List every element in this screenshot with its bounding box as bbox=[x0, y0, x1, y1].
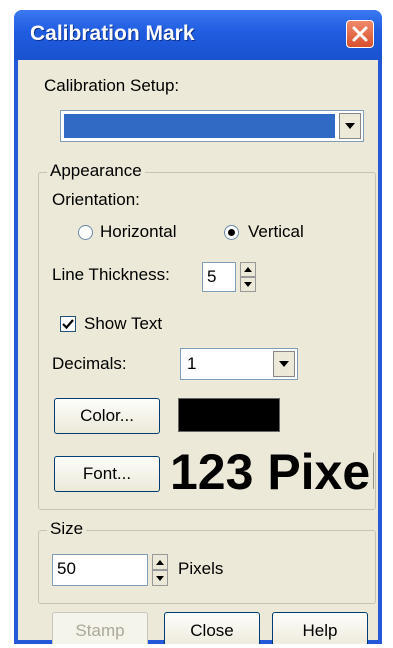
window-close-button[interactable] bbox=[346, 20, 374, 48]
title-bar[interactable]: Calibration Mark bbox=[14, 10, 382, 60]
horizontal-radio-label[interactable]: Horizontal bbox=[100, 222, 177, 242]
spin-down-icon[interactable] bbox=[152, 570, 168, 586]
checkmark-icon bbox=[62, 319, 74, 330]
color-button[interactable]: Color... bbox=[54, 398, 160, 434]
close-button[interactable]: Close bbox=[164, 612, 260, 644]
spin-up-icon[interactable] bbox=[240, 262, 256, 277]
decimals-label: Decimals: bbox=[52, 354, 127, 373]
chevron-down-icon[interactable] bbox=[339, 113, 361, 139]
orientation-label: Orientation: bbox=[52, 190, 140, 209]
decimals-select[interactable]: 1 bbox=[180, 348, 298, 380]
size-group-label: Size bbox=[47, 519, 87, 539]
size-unit-label: Pixels bbox=[178, 559, 224, 578]
calibration-mark-window: Calibration Mark Calibration Setup: Appe… bbox=[14, 10, 382, 644]
line-thickness-label: Line Thickness: bbox=[52, 265, 170, 284]
stamp-button[interactable]: Stamp bbox=[52, 612, 148, 644]
dialog-body: Calibration Setup: Appearance Orientatio… bbox=[18, 60, 378, 644]
decimals-value: 1 bbox=[187, 354, 197, 373]
close-icon bbox=[352, 26, 368, 42]
horizontal-radio[interactable] bbox=[78, 225, 93, 240]
size-input[interactable]: 50 bbox=[52, 554, 148, 586]
chevron-down-icon[interactable] bbox=[273, 351, 295, 377]
font-button[interactable]: Font... bbox=[54, 456, 160, 492]
radio-selected-dot bbox=[228, 229, 235, 236]
show-text-label[interactable]: Show Text bbox=[84, 314, 162, 334]
font-preview: 123 Pixels bbox=[170, 444, 374, 500]
calibration-setup-label: Calibration Setup: bbox=[44, 76, 180, 95]
vertical-radio-label[interactable]: Vertical bbox=[248, 222, 304, 242]
line-thickness-input[interactable]: 5 bbox=[202, 262, 236, 292]
line-thickness-spinner[interactable] bbox=[240, 262, 256, 292]
calibration-setup-select[interactable] bbox=[60, 110, 364, 142]
spin-up-icon[interactable] bbox=[152, 554, 168, 570]
appearance-group-label: Appearance bbox=[47, 161, 145, 181]
color-swatch bbox=[178, 398, 280, 432]
vertical-radio[interactable] bbox=[224, 225, 239, 240]
show-text-checkbox[interactable] bbox=[60, 316, 76, 332]
size-spinner[interactable] bbox=[152, 554, 168, 586]
spin-down-icon[interactable] bbox=[240, 277, 256, 292]
calibration-setup-value bbox=[64, 114, 335, 138]
window-title: Calibration Mark bbox=[30, 22, 195, 45]
help-button[interactable]: Help bbox=[272, 612, 368, 644]
